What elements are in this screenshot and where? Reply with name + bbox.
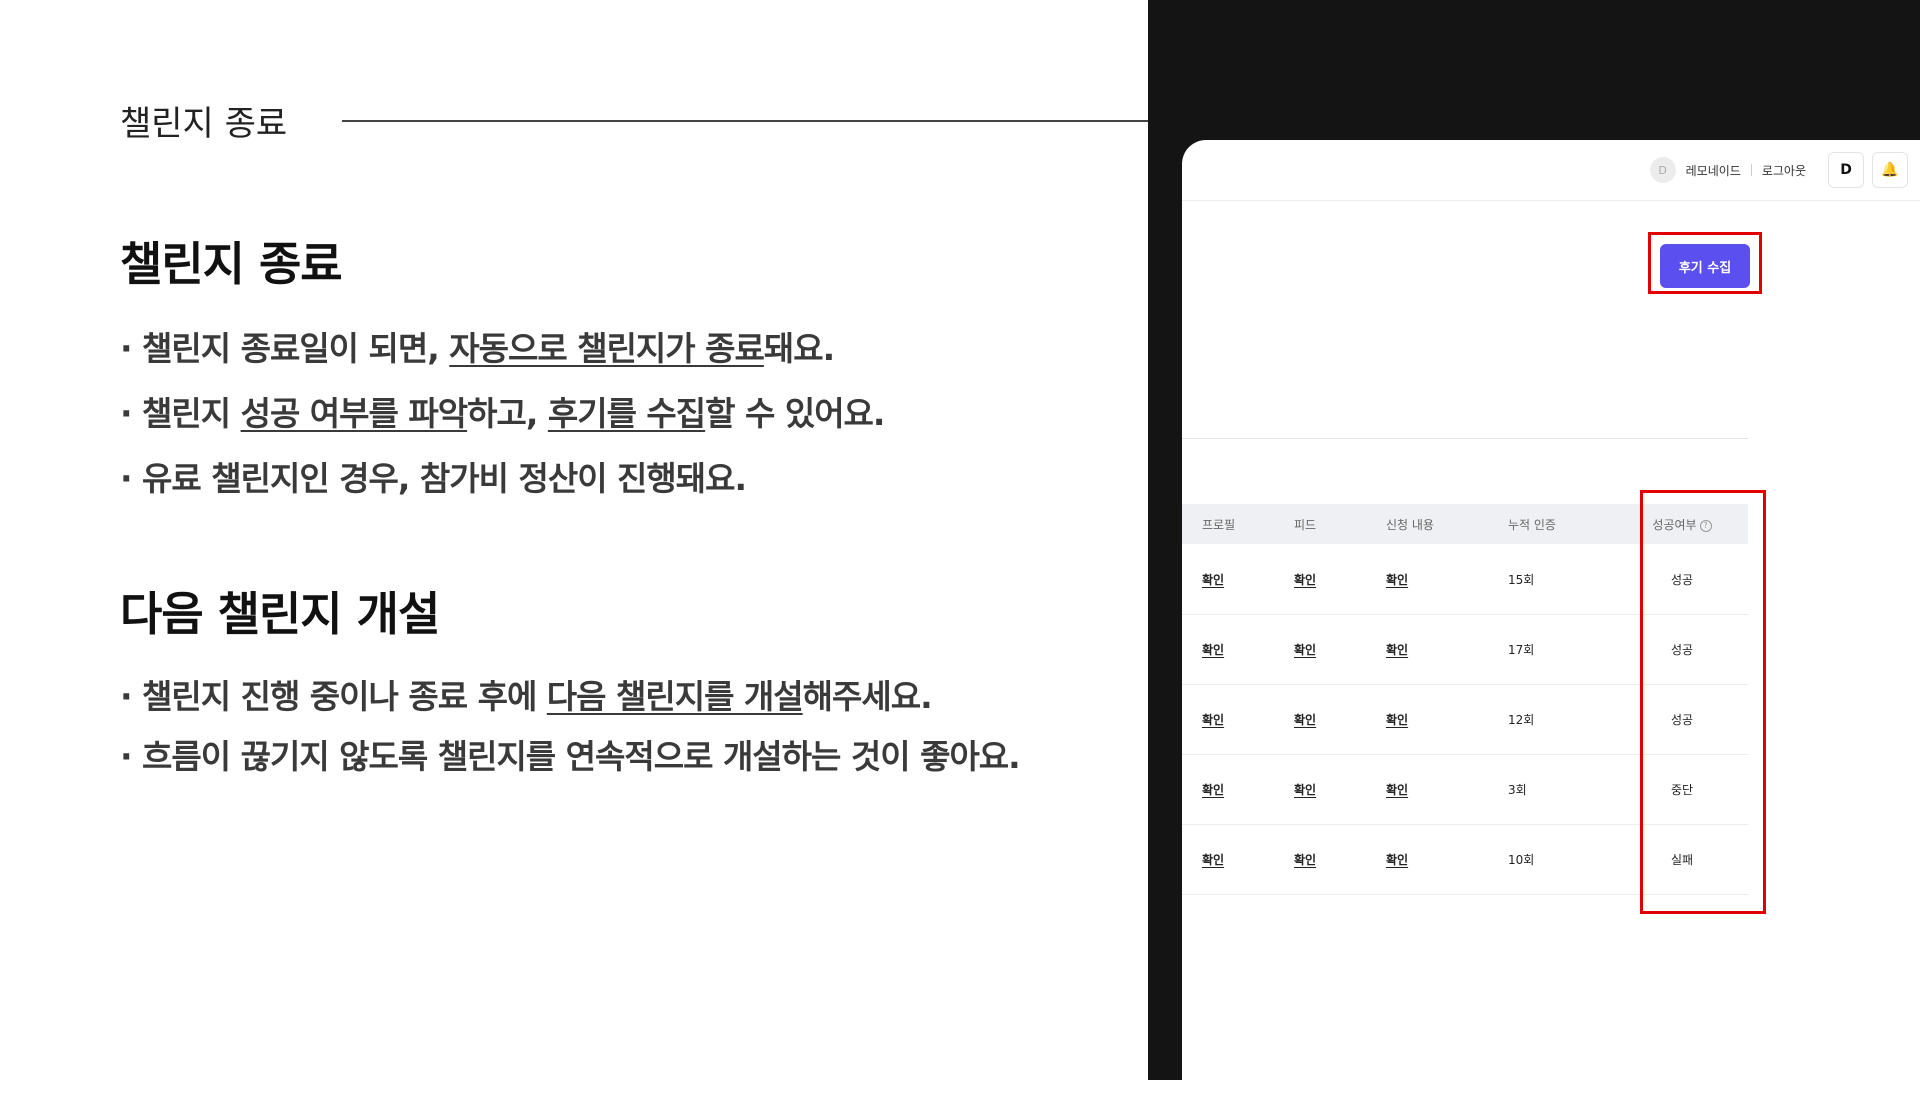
column-header-profile: 프로필 <box>1202 518 1236 532</box>
count-cell: 10회 <box>1508 853 1535 867</box>
application-link[interactable]: 확인 <box>1386 851 1408 868</box>
highlight-box-review-button <box>1648 232 1762 294</box>
feed-link[interactable]: 확인 <box>1294 781 1316 798</box>
section-header: 챌린지 종료 <box>120 96 1148 145</box>
application-link[interactable]: 확인 <box>1386 711 1408 728</box>
user-avatar[interactable]: D <box>1649 157 1676 183</box>
content-divider <box>1182 438 1748 439</box>
application-link[interactable]: 확인 <box>1386 641 1408 658</box>
user-name-link[interactable]: 레모네이드 <box>1686 162 1741 179</box>
profile-link[interactable]: 확인 <box>1202 851 1224 868</box>
bullet-item: · 흐름이 끊기지 않도록 챌린지를 연속적으로 개설하는 것이 좋아요. <box>120 737 1021 776</box>
section-label: 챌린지 종료 <box>120 104 288 144</box>
bullet-item: · 챌린지 성공 여부를 파악하고, 후기를 수집할 수 있어요. <box>120 394 885 433</box>
app-topbar: D 레모네이드 로그아웃 D 🔔 <box>1182 140 1920 201</box>
bullet-list-challenge-end: · 챌린지 종료일이 되면, 자동으로 챌린지가 종료돼요. · 챌린지 성공 … <box>120 322 885 517</box>
bullet-item: · 챌린지 종료일이 되면, 자동으로 챌린지가 종료돼요. <box>120 329 835 368</box>
topbar-separator <box>1750 164 1752 176</box>
slide-content: 챌린지 종료 챌린지 종료 · 챌린지 종료일이 되면, 자동으로 챌린지가 종… <box>0 0 1148 1080</box>
feed-link[interactable]: 확인 <box>1294 711 1316 728</box>
application-link[interactable]: 확인 <box>1386 781 1408 798</box>
logo-icon[interactable]: D <box>1828 152 1864 188</box>
highlight-box-status-column <box>1640 490 1766 914</box>
column-header-feed: 피드 <box>1294 518 1317 532</box>
profile-link[interactable]: 확인 <box>1202 571 1224 588</box>
bell-icon[interactable]: 🔔 <box>1872 152 1908 188</box>
section-divider-line <box>342 119 1148 122</box>
app-window: D 레모네이드 로그아웃 D 🔔 후기 수집 프로필 피드 신청 내용 누적 인… <box>1182 140 1920 1100</box>
screenshot-panel: D 레모네이드 로그아웃 D 🔔 후기 수집 프로필 피드 신청 내용 누적 인… <box>1148 0 1920 1100</box>
block-title-next-challenge: 다음 챌린지 개설 <box>120 587 440 641</box>
count-cell: 15회 <box>1508 573 1535 587</box>
column-header-count: 누적 인증 <box>1508 518 1556 532</box>
profile-link[interactable]: 확인 <box>1202 711 1224 728</box>
profile-link[interactable]: 확인 <box>1202 781 1224 798</box>
bullet-item: · 챌린지 진행 중이나 종료 후에 다음 챌린지를 개설해주세요. <box>120 677 933 716</box>
bullet-item: · 유료 챌린지인 경우, 참가비 정산이 진행돼요. <box>120 459 747 498</box>
block-title-challenge-end: 챌린지 종료 <box>120 237 343 291</box>
count-cell: 3회 <box>1508 783 1527 797</box>
count-cell: 17회 <box>1508 643 1535 657</box>
profile-link[interactable]: 확인 <box>1202 641 1224 658</box>
column-header-application: 신청 내용 <box>1386 518 1434 532</box>
count-cell: 12회 <box>1508 713 1535 727</box>
logout-link[interactable]: 로그아웃 <box>1762 162 1806 179</box>
feed-link[interactable]: 확인 <box>1294 571 1316 588</box>
feed-link[interactable]: 확인 <box>1294 641 1316 658</box>
feed-link[interactable]: 확인 <box>1294 851 1316 868</box>
application-link[interactable]: 확인 <box>1386 571 1408 588</box>
bullet-list-next-challenge: · 챌린지 진행 중이나 종료 후에 다음 챌린지를 개설해주세요. · 흐름이… <box>120 670 1021 790</box>
